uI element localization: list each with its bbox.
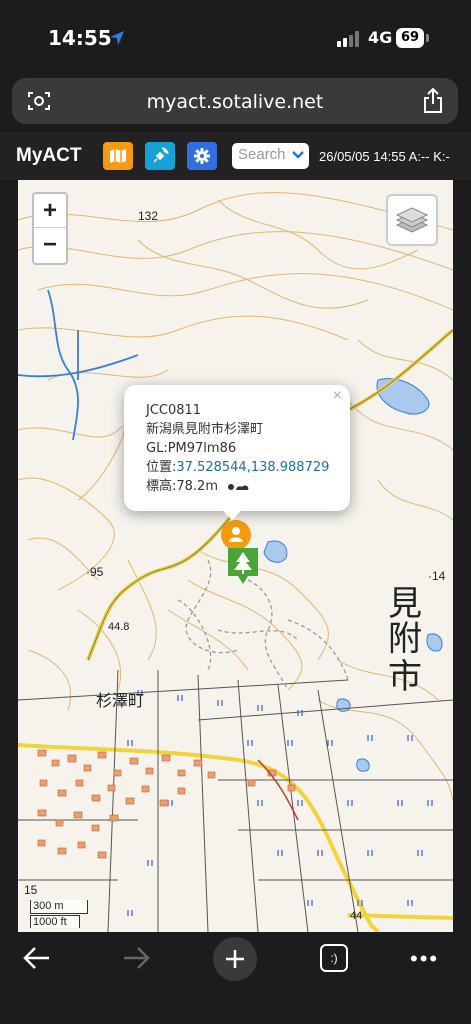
popup-tip <box>220 508 244 520</box>
popup-position-link[interactable]: 37.528544,138.988729 <box>176 460 329 475</box>
browser-toolbar: :) ••• <box>0 932 471 1024</box>
signal-icon <box>337 31 359 47</box>
popup-elevation: 標高:78.2m <box>146 479 218 494</box>
search-select[interactable]: Search <box>232 143 309 169</box>
summit-popup: × JCC0811 新潟県見附市杉澤町 GL:PM97lm86 位置:37.52… <box>124 385 350 511</box>
tabs-button[interactable]: :) <box>320 944 348 972</box>
summit-marker[interactable] <box>228 548 258 584</box>
network-type: 4G <box>368 28 393 47</box>
forward-arrow-icon[interactable] <box>121 944 151 972</box>
address-bar[interactable]: myact.sotalive.net <box>12 78 458 124</box>
gear-icon <box>194 148 210 164</box>
popup-ref: JCC0811 <box>146 403 202 418</box>
app-status-text: 26/05/05 14:55 A:-- K:- <box>319 149 450 164</box>
layers-button[interactable] <box>386 194 438 246</box>
zoom-out-button[interactable]: − <box>34 228 66 262</box>
new-tab-button[interactable] <box>213 937 257 981</box>
zoom-in-button[interactable]: + <box>34 194 66 228</box>
elevation-label-44-8: 44.8 <box>108 621 129 633</box>
elevation-label-95: ·95 <box>86 565 104 579</box>
city-label-2: 附 <box>388 620 422 658</box>
settings-button[interactable] <box>187 142 217 170</box>
map-icon <box>110 149 126 163</box>
zoom-control: + − <box>32 192 68 265</box>
scale-metric: 300 m <box>30 900 88 914</box>
satellite-icon <box>153 147 169 163</box>
layers-icon <box>395 207 429 233</box>
elevation-label-44: 44 <box>350 910 362 922</box>
battery-tip <box>426 34 429 42</box>
search-placeholder: Search <box>238 146 286 163</box>
plus-icon <box>226 950 244 968</box>
popup-grid: GL:PM97lm86 <box>146 441 237 456</box>
city-label-1: 見 <box>388 585 422 623</box>
scale-bar: 300 m 1000 ft <box>30 900 88 928</box>
map-mode-button[interactable] <box>103 142 133 170</box>
battery-icon: 69 <box>396 28 424 48</box>
topographic-map: 132 ·95 44.8 ·14 44 杉澤町 見 附 市 <box>18 192 453 932</box>
city-label-3: 市 <box>388 658 422 696</box>
town-label: 杉澤町 <box>96 692 144 710</box>
popup-close-button[interactable]: × <box>333 387 342 405</box>
location-arrow-icon <box>110 31 124 45</box>
page-margin-right <box>453 180 471 932</box>
status-bar: 14:55 4G 69 <box>0 0 471 70</box>
chevron-down-icon <box>292 151 304 159</box>
more-icon[interactable]: ••• <box>410 946 439 972</box>
app-header: MyACT Search 26/05/05 14:55 A:-- K:- <box>0 132 471 180</box>
browser-address-area: myact.sotalive.net <box>0 70 471 132</box>
popup-position: 位置:37.528544,138.988729 <box>146 458 329 477</box>
user-location-marker[interactable] <box>221 520 251 550</box>
elevation-label-132: 132 <box>138 209 158 223</box>
app-title: MyACT <box>16 145 82 166</box>
popup-address: 新潟県見附市杉澤町 <box>146 422 264 437</box>
map-view[interactable]: 132 ·95 44.8 ·14 44 杉澤町 見 附 市 + − × JCC0… <box>18 180 453 932</box>
share-icon[interactable] <box>422 87 444 115</box>
elevation-label-14: ·14 <box>428 569 446 583</box>
back-arrow-icon[interactable] <box>22 944 52 972</box>
weather-icon[interactable] <box>226 481 254 493</box>
status-time: 14:55 <box>48 26 112 50</box>
spot-button[interactable] <box>145 142 175 170</box>
scale-imperial: 1000 ft <box>30 915 80 928</box>
url-text[interactable]: myact.sotalive.net <box>12 91 458 113</box>
page-margin-left <box>0 180 18 932</box>
zoom-level: 15 <box>24 883 38 897</box>
popup-elevation-row: 標高:78.2m <box>146 477 329 496</box>
popup-position-label: 位置: <box>146 460 177 475</box>
